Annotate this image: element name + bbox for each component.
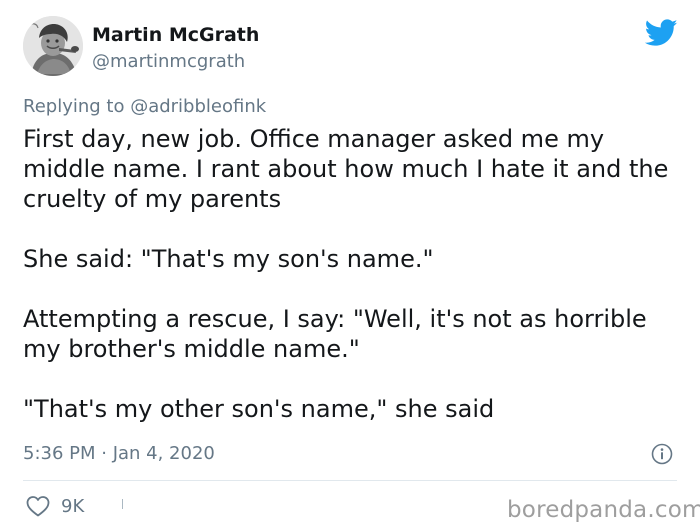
author-handle[interactable]: @martinmcgrath — [92, 51, 245, 72]
tweet-card: Martin McGrath @martinmcgrath Replying t… — [0, 0, 700, 532]
tweet-body: First day, new job. Office manager asked… — [23, 124, 683, 424]
like-count: 9K — [61, 495, 85, 517]
tweet-paragraph-3: Attempting a rescue, I say: "Well, it's … — [23, 305, 647, 363]
divider — [23, 480, 677, 481]
reply-mention-link[interactable]: @adribbleofink — [130, 96, 266, 117]
author-display-name[interactable]: Martin McGrath — [92, 24, 259, 46]
like-action[interactable]: 9K — [25, 494, 84, 518]
replying-to: Replying to @adribbleofink — [23, 96, 266, 117]
tweet-paragraph-2: She said: "That's my son's name." — [23, 245, 434, 273]
avatar[interactable] — [23, 16, 83, 76]
tweet-paragraph-4: "That's my other son's name," she said — [23, 395, 495, 423]
replying-prefix: Replying to — [23, 96, 131, 117]
heart-icon[interactable] — [25, 494, 51, 518]
info-icon[interactable] — [651, 443, 673, 465]
tweet-paragraph-1: First day, new job. Office manager asked… — [23, 125, 669, 213]
boredpanda-watermark: boredpanda.com — [507, 497, 700, 523]
tweet-timestamp[interactable]: 5:36 PM · Jan 4, 2020 — [23, 443, 215, 464]
action-separator — [122, 499, 123, 509]
twitter-bird-icon[interactable] — [645, 19, 678, 47]
portrait-avatar-icon — [23, 16, 83, 76]
